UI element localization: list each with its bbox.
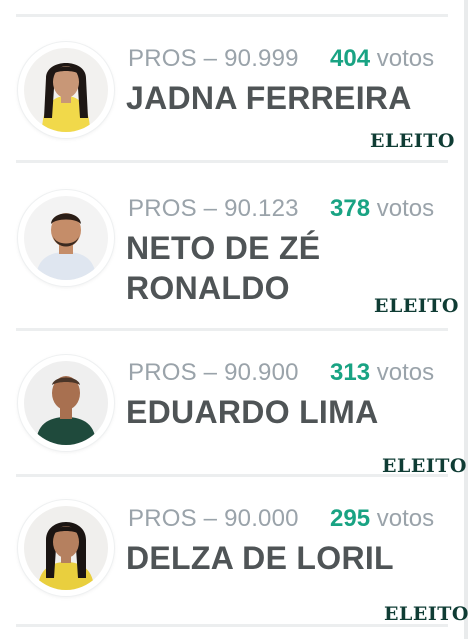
page-edge [464, 0, 468, 639]
candidate-name-line-2: RONALDO [126, 270, 290, 306]
elected-status: ELEITO [374, 295, 459, 317]
votes-count: 313 [330, 359, 371, 386]
candidate-photo [24, 361, 108, 445]
votes-label: votos [376, 359, 435, 386]
votes-count: 404 [330, 45, 371, 72]
candidate-photo [24, 48, 108, 132]
candidate-name: DELZA DE LORIL [126, 540, 394, 576]
divider [16, 328, 448, 331]
votes-count: 295 [330, 505, 371, 532]
divider [16, 474, 448, 477]
votes-label: votos [376, 505, 435, 532]
votes-label: votos [376, 45, 435, 72]
votes-label: votos [376, 195, 435, 222]
party-number: PROS – 90.900 [128, 359, 299, 386]
votes-count: 378 [330, 195, 371, 222]
candidate-name: JADNA FERREIRA [126, 80, 412, 116]
candidate-photo [24, 196, 108, 280]
candidate-name: EDUARDO LIMA [126, 394, 379, 430]
elected-status: ELEITO [384, 603, 468, 625]
party-number: PROS – 90.999 [128, 45, 299, 72]
avatar [18, 355, 114, 451]
divider [16, 14, 448, 17]
votes-total: 313 votos [330, 359, 434, 387]
candidate-name-line-1: NETO DE ZÉ [126, 230, 321, 266]
votes-total: 295 votos [330, 505, 434, 533]
avatar [18, 500, 114, 596]
divider [16, 624, 448, 627]
divider [16, 160, 448, 163]
party-number: PROS – 90.123 [128, 195, 299, 222]
party-number: PROS – 90.000 [128, 505, 299, 532]
votes-total: 404 votos [330, 45, 434, 73]
candidate-photo [24, 506, 108, 590]
votes-total: 378 votos [330, 195, 434, 223]
elected-status: ELEITO [370, 130, 455, 152]
avatar [18, 42, 114, 138]
avatar [18, 190, 114, 286]
